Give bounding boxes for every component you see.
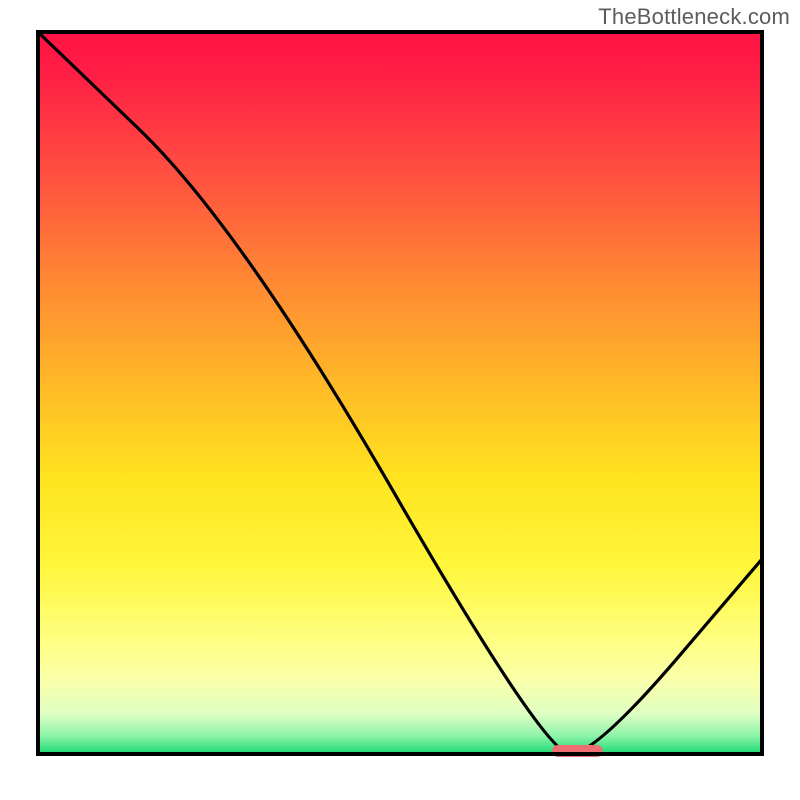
watermark-text: TheBottleneck.com: [598, 4, 790, 30]
plot-background: [38, 32, 762, 754]
bottleneck-chart: [0, 0, 800, 800]
